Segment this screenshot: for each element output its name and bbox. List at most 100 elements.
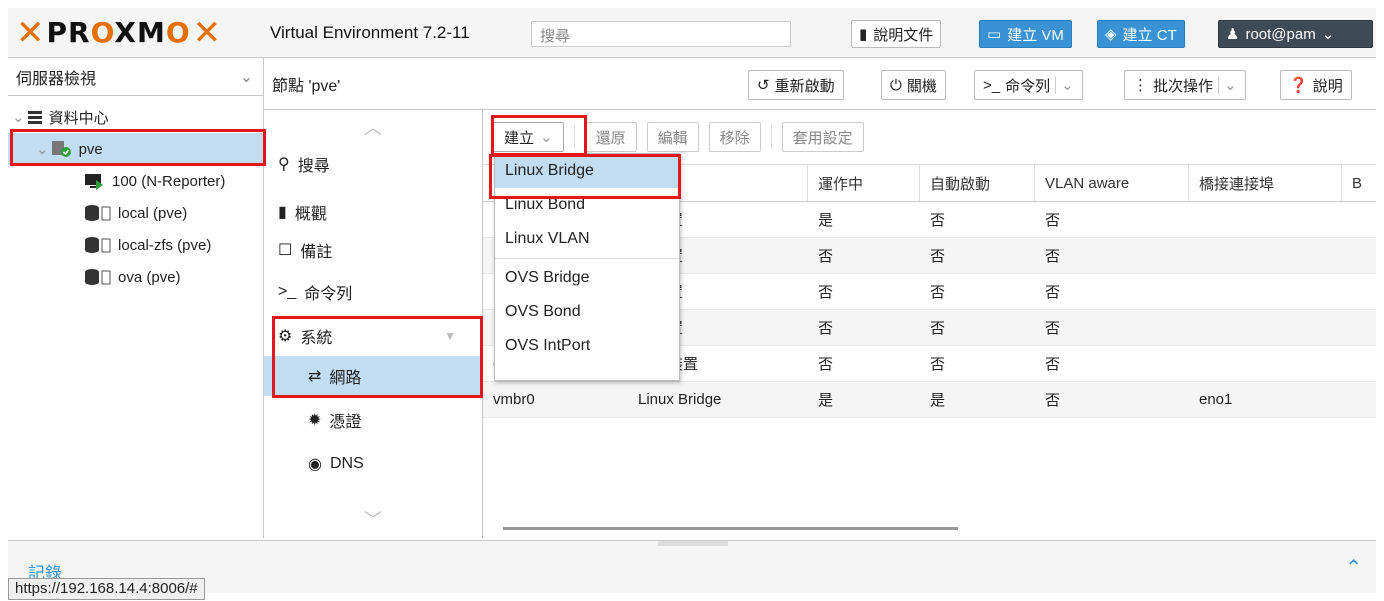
table-cell: 否	[818, 284, 834, 301]
storage-icon	[84, 268, 112, 286]
column-header[interactable]: B	[1342, 165, 1376, 201]
table-cell	[1189, 202, 1342, 237]
search-input[interactable]: 搜尋	[531, 21, 791, 47]
search-icon: ⚲	[278, 156, 290, 173]
docs-button[interactable]: ▮ 說明文件	[851, 20, 942, 48]
apply-config-button[interactable]: 套用設定	[781, 122, 864, 152]
storage-icon	[84, 236, 112, 254]
highlight-box	[489, 154, 681, 199]
shell-button[interactable]: >_ 命令列 ⌄	[974, 70, 1083, 100]
table-cell: 是	[930, 392, 946, 409]
scroll-down-icon[interactable]: ﹀	[364, 506, 382, 532]
table-cell: 否	[1045, 392, 1061, 409]
column-header[interactable]: 自動啟動	[920, 165, 1035, 201]
table-cell: 否	[818, 320, 834, 337]
highlight-box	[272, 316, 483, 398]
proxmox-logo: ✕ PROXMO ✕	[16, 13, 222, 53]
edit-button[interactable]: 編輯	[646, 122, 699, 152]
menu-item-linux-vlan[interactable]: Linux VLAN	[495, 222, 679, 256]
certificate-icon: ✹	[308, 412, 322, 429]
nav-dns[interactable]: ◉ DNS	[264, 444, 482, 484]
shutdown-button[interactable]: ⏻ 關機	[881, 70, 946, 100]
table-cell: eno1	[1199, 391, 1233, 408]
bulk-actions-button[interactable]: ⋮ 批次操作 ⌄	[1124, 70, 1246, 100]
splitter-handle[interactable]	[658, 541, 728, 546]
table-row[interactable]: vmbr0 Linux Bridge 是 是 否 eno1	[483, 382, 1376, 418]
table-cell: 否	[930, 248, 946, 265]
table-cell: Linux Bridge	[638, 391, 722, 408]
expand-icon[interactable]: ⌃	[1345, 555, 1362, 580]
server-rack-icon	[27, 109, 43, 125]
table-cell: 否	[1045, 284, 1061, 301]
tree-item-storage[interactable]: ova (pve)	[8, 261, 263, 293]
monitor-icon: ▭	[987, 26, 1002, 43]
create-ct-button[interactable]: ◈ 建立 CT	[1097, 20, 1185, 48]
scroll-up-icon[interactable]: ︿	[364, 114, 382, 140]
tree-item-vm[interactable]: 100 (N-Reporter)	[8, 165, 263, 197]
globe-icon: ◉	[308, 456, 322, 473]
table-cell: 否	[818, 248, 834, 265]
chevron-down-icon: ⌄	[1218, 76, 1237, 94]
table-cell: 否	[1045, 356, 1061, 373]
nav-summary[interactable]: ▮ 概觀	[264, 192, 482, 232]
vm-running-icon	[84, 172, 106, 190]
terminal-icon: >_	[983, 76, 1001, 94]
table-cell	[1189, 346, 1342, 381]
table-cell: 是	[818, 392, 834, 409]
table-cell	[1189, 238, 1342, 273]
chevron-down-icon: ⌄	[1055, 76, 1074, 94]
revert-button[interactable]: 還原	[584, 122, 637, 152]
highlight-box	[491, 115, 587, 156]
version-label: Virtual Environment 7.2-11	[270, 23, 470, 42]
status-url: https://192.168.14.4:8006/#	[8, 578, 205, 600]
table-cell: 否	[930, 356, 946, 373]
book-icon: ▮	[278, 204, 287, 221]
table-cell: 否	[1045, 248, 1061, 265]
menu-item-ovs-bond[interactable]: OVS Bond	[495, 295, 679, 329]
view-selector[interactable]: 伺服器檢視 ⌄	[8, 58, 263, 96]
table-cell: 否	[930, 284, 946, 301]
table-cell: 否	[1045, 212, 1061, 229]
nav-search[interactable]: ⚲ 搜尋	[264, 144, 482, 184]
tree-item-storage[interactable]: local (pve)	[8, 197, 263, 229]
column-header[interactable]: 運作中	[808, 165, 920, 201]
terminal-icon: >_	[278, 283, 297, 300]
table-cell: 否	[818, 356, 834, 373]
create-vm-button[interactable]: ▭ 建立 VM	[979, 20, 1072, 48]
table-cell: 否	[930, 320, 946, 337]
nav-notes[interactable]: ☐ 備註	[264, 230, 482, 270]
cube-icon: ◈	[1105, 26, 1117, 43]
book-icon: ▮	[859, 26, 868, 43]
nav-shell[interactable]: >_ 命令列	[264, 272, 482, 312]
column-header[interactable]: 橋接連接埠	[1189, 165, 1342, 201]
table-cell: 否	[930, 212, 946, 229]
collapse-icon: ⌄	[12, 109, 25, 126]
help-icon: ❓	[1289, 77, 1308, 94]
table-cell	[1189, 274, 1342, 309]
highlight-box	[10, 129, 266, 166]
chevron-down-icon: ⌄	[239, 68, 253, 86]
log-panel: 記錄 ⌃	[8, 540, 1376, 593]
menu-item-ovs-bridge[interactable]: OVS Bridge	[495, 261, 679, 295]
remove-button[interactable]: 移除	[708, 122, 761, 152]
table-cell: 是	[818, 212, 834, 229]
storage-icon	[84, 204, 112, 222]
user-menu-button[interactable]: ♟ root@pam ⌄	[1218, 20, 1373, 48]
notes-icon: ☐	[278, 242, 293, 259]
reload-icon: ↺	[757, 77, 770, 94]
menu-item-ovs-intport[interactable]: OVS IntPort	[495, 329, 679, 363]
column-header[interactable]: VLAN aware	[1035, 165, 1189, 201]
menu-separator	[495, 258, 679, 259]
nav-certificates[interactable]: ✹ 憑證	[264, 400, 482, 440]
table-cell: vmbr0	[493, 391, 535, 408]
table-cell: 否	[1045, 320, 1061, 337]
reboot-button[interactable]: ↺ 重新啟動	[748, 70, 844, 100]
separator	[770, 125, 772, 149]
user-icon: ♟	[1226, 26, 1240, 43]
table-cell	[1189, 310, 1342, 345]
more-vertical-icon: ⋮	[1133, 77, 1148, 94]
tree-item-storage[interactable]: local-zfs (pve)	[8, 229, 263, 261]
help-button[interactable]: ❓ 說明	[1280, 70, 1352, 100]
top-bar: ✕ PROXMO ✕ Virtual Environment 7.2-11 搜尋…	[8, 8, 1376, 58]
horizontal-scrollbar[interactable]	[503, 527, 958, 530]
